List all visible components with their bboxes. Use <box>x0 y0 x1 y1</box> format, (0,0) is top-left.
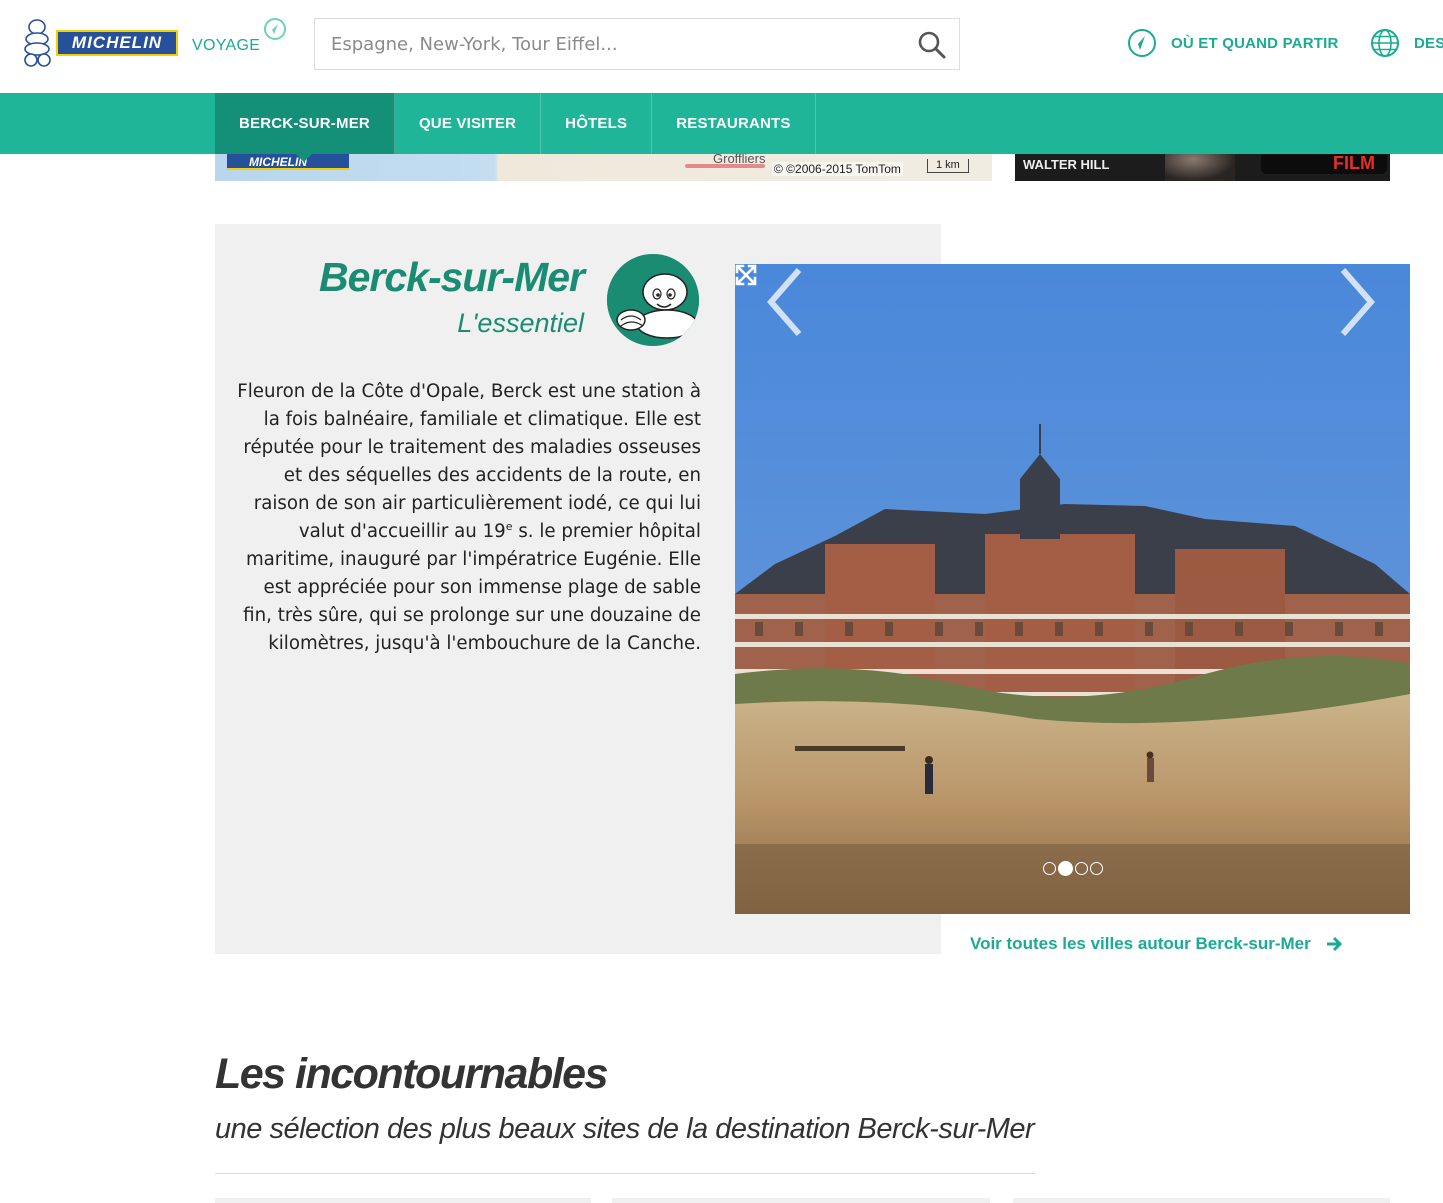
ad-text: WALTER HILL <box>1023 157 1110 172</box>
search-icon[interactable] <box>917 30 947 60</box>
slide-dot-active[interactable] <box>1058 861 1073 876</box>
see-all-label: Voir toutes les villes autour Berck-sur-… <box>970 934 1311 953</box>
bibendum-icon <box>20 18 54 68</box>
compass-icon <box>1128 29 1156 57</box>
bibendum-avatar <box>605 252 701 348</box>
previous-slide-icon[interactable] <box>761 264 811 340</box>
description-text-part-1: Fleuron de la Côte d'Opale, Berck est un… <box>237 381 701 542</box>
nav-item-que-visiter[interactable]: QUE VISITER <box>395 93 542 154</box>
fullscreen-icon[interactable] <box>735 264 757 286</box>
destination-description: Fleuron de la Côte d'Opale, Berck est un… <box>229 378 701 658</box>
gallery-image <box>735 264 1410 914</box>
destination-title: Berck-sur-Mer <box>319 254 585 300</box>
map-copyright: © ©2006-2015 TomTom <box>772 162 903 176</box>
must-see-card[interactable] <box>1013 1198 1390 1203</box>
search-box <box>314 18 960 70</box>
arrow-right-icon <box>1326 936 1342 952</box>
map-scale: 1 km <box>927 159 969 173</box>
where-when-label: OÙ ET QUAND PARTIR <box>1171 34 1339 52</box>
description-superscript: e <box>505 520 513 533</box>
slide-dot[interactable] <box>1043 862 1056 875</box>
michelin-logo[interactable]: MICHELIN <box>20 18 178 68</box>
destination-nav: BERCK-SUR-MER QUE VISITER HÔTELS RESTAUR… <box>0 93 1443 162</box>
must-see-card[interactable] <box>612 1198 990 1203</box>
slide-dot[interactable] <box>1075 862 1088 875</box>
ad-button[interactable]: FILM <box>1261 154 1387 174</box>
must-see-title: Les incontournables <box>215 1050 609 1098</box>
destination-subtitle: L'essentiel <box>457 308 584 338</box>
logo-wordmark: MICHELIN <box>56 30 178 56</box>
ad-image <box>1165 154 1235 181</box>
destinations-label: DES <box>1414 34 1443 52</box>
site-header: MICHELIN VOYAGE OÙ ET QUAND PARTIR DES <box>0 0 1443 93</box>
compass-badge-icon <box>264 18 286 40</box>
destination-map[interactable]: MICHELIN Groffliers © ©2006-2015 TomTom … <box>215 154 992 181</box>
where-when-link[interactable]: OÙ ET QUAND PARTIR <box>1127 28 1339 58</box>
nav-item-berck[interactable]: BERCK-SUR-MER <box>215 93 395 162</box>
slide-indicators <box>1043 861 1105 876</box>
search-input[interactable] <box>315 19 905 69</box>
see-all-towns-link[interactable]: Voir toutes les villes autour Berck-sur-… <box>970 934 1343 954</box>
must-see-card[interactable] <box>215 1198 591 1203</box>
bibendum-icon <box>607 254 699 346</box>
next-slide-icon[interactable] <box>1331 264 1381 340</box>
nav-item-hotels[interactable]: HÔTELS <box>541 93 653 154</box>
map-place-label: Groffliers <box>713 154 766 166</box>
map-michelin-logo: MICHELIN <box>227 154 349 170</box>
section-divider <box>215 1173 1035 1174</box>
must-see-subtitle: une sélection des plus beaux sites de la… <box>215 1113 1035 1145</box>
nav-item-restaurants[interactable]: RESTAURANTS <box>652 93 816 154</box>
slide-dot[interactable] <box>1090 862 1103 875</box>
section-label[interactable]: VOYAGE <box>192 37 260 55</box>
photo-gallery[interactable] <box>735 264 1410 914</box>
globe-icon <box>1371 29 1399 57</box>
advertisement-banner[interactable]: WALTER HILL FILM <box>1015 154 1390 181</box>
destinations-link[interactable]: DES <box>1370 28 1443 58</box>
